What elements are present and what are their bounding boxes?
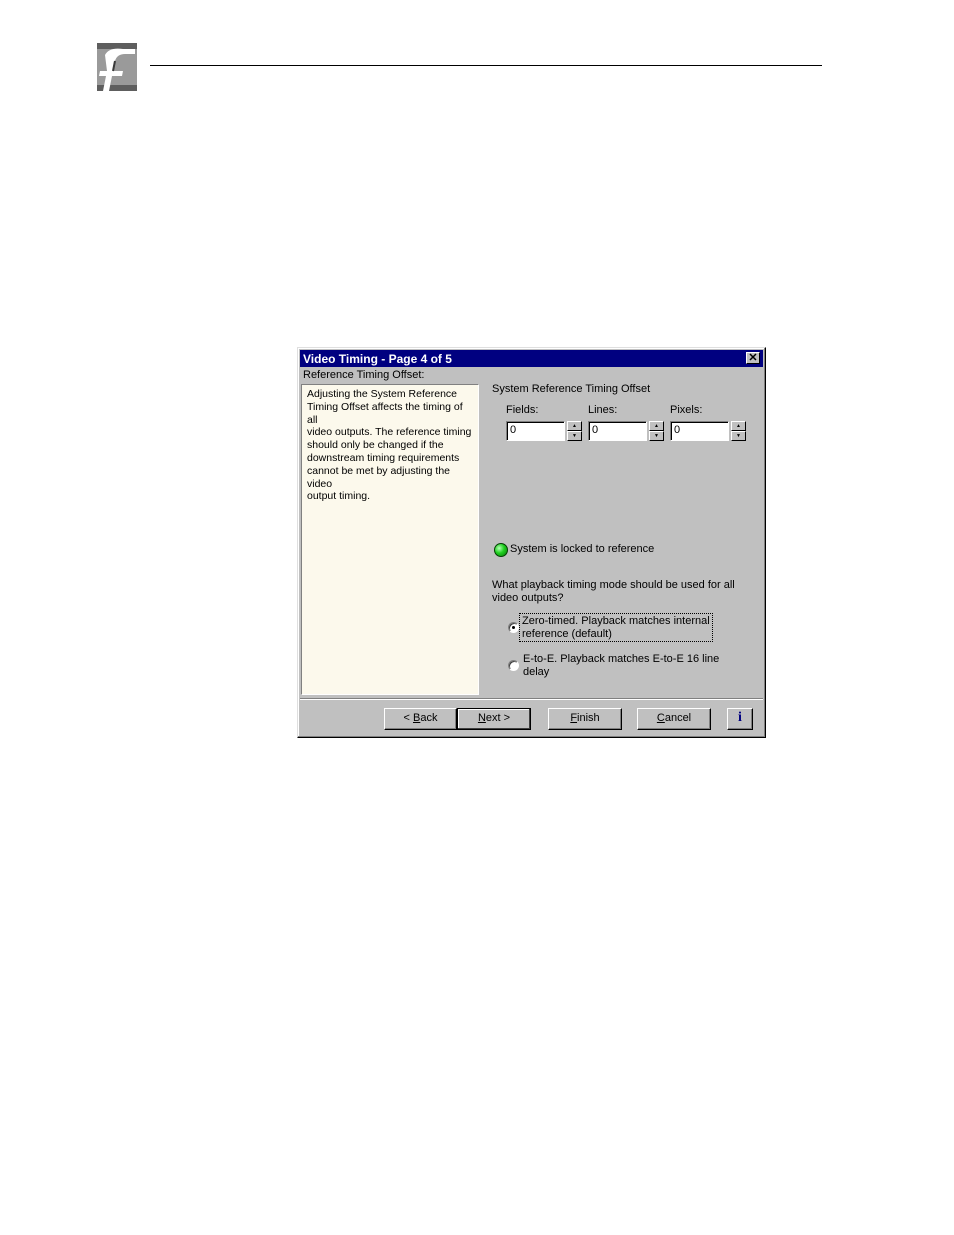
lock-status-text: System is locked to reference bbox=[510, 543, 655, 555]
back-button[interactable]: < Back bbox=[384, 708, 457, 730]
finish-button[interactable]: Finish bbox=[548, 708, 622, 730]
video-timing-dialog: Video Timing - Page 4 of 5 ✕ Reference T… bbox=[297, 347, 766, 738]
lines-input[interactable]: 0 bbox=[588, 421, 647, 441]
next-button-accel: N bbox=[477, 712, 486, 724]
back-button-label: ack bbox=[420, 712, 438, 724]
pixels-label: Pixels: bbox=[670, 404, 703, 416]
title-bar[interactable]: Video Timing - Page 4 of 5 ✕ bbox=[300, 350, 763, 367]
lines-label: Lines: bbox=[588, 404, 618, 416]
close-button[interactable]: ✕ bbox=[746, 352, 760, 364]
zero-timed-option-label[interactable]: Zero-timed. Playback matches internal re… bbox=[519, 612, 713, 643]
fields-spinner: ▲ ▼ bbox=[567, 421, 582, 441]
close-icon: ✕ bbox=[748, 352, 758, 364]
info-icon: i bbox=[738, 710, 742, 725]
next-button[interactable]: Next > bbox=[457, 708, 531, 730]
status-led-icon bbox=[494, 543, 508, 557]
fields-label: Fields: bbox=[506, 404, 539, 416]
reference-timing-label: Reference Timing Offset: bbox=[303, 369, 425, 381]
company-logo-icon bbox=[95, 41, 139, 93]
cancel-button[interactable]: Cancel bbox=[637, 708, 711, 730]
lines-spinner: ▲ ▼ bbox=[649, 421, 664, 441]
pixels-input[interactable]: 0 bbox=[670, 421, 729, 441]
pixels-spin-up-button[interactable]: ▲ bbox=[731, 421, 746, 431]
spin-up-icon: ▲ bbox=[736, 423, 741, 429]
spin-down-icon: ▼ bbox=[572, 433, 577, 439]
pixels-spin-down-button[interactable]: ▼ bbox=[731, 431, 746, 441]
cancel-button-label: ancel bbox=[664, 712, 692, 724]
lines-spin-up-button[interactable]: ▲ bbox=[649, 421, 664, 431]
spin-down-icon: ▼ bbox=[736, 433, 741, 439]
e-to-e-option-label[interactable]: E-to-E. Playback matches E-to-E 16 line … bbox=[523, 653, 719, 678]
header-rule bbox=[150, 65, 822, 66]
next-button-label: ext > bbox=[485, 712, 511, 724]
info-button[interactable]: i bbox=[727, 708, 753, 730]
spin-down-icon: ▼ bbox=[654, 433, 659, 439]
dialog-title: Video Timing - Page 4 of 5 bbox=[303, 352, 452, 366]
group-title: System Reference Timing Offset bbox=[492, 383, 651, 395]
fields-spin-up-button[interactable]: ▲ bbox=[567, 421, 582, 431]
finish-button-label: inish bbox=[577, 712, 600, 724]
playback-mode-question: What playback timing mode should be used… bbox=[492, 579, 735, 604]
fields-input[interactable]: 0 bbox=[506, 421, 565, 441]
cancel-button-accel: C bbox=[656, 712, 665, 724]
zero-timed-radio[interactable] bbox=[508, 622, 519, 633]
spin-up-icon: ▲ bbox=[572, 423, 577, 429]
back-button-prefix: < bbox=[403, 712, 413, 724]
e-to-e-radio[interactable] bbox=[508, 660, 519, 671]
pixels-spinner: ▲ ▼ bbox=[731, 421, 746, 441]
fields-spin-down-button[interactable]: ▼ bbox=[567, 431, 582, 441]
description-panel: Adjusting the System Reference Timing Of… bbox=[301, 384, 479, 695]
spin-up-icon: ▲ bbox=[654, 423, 659, 429]
button-separator-highlight bbox=[300, 699, 763, 700]
lines-spin-down-button[interactable]: ▼ bbox=[649, 431, 664, 441]
